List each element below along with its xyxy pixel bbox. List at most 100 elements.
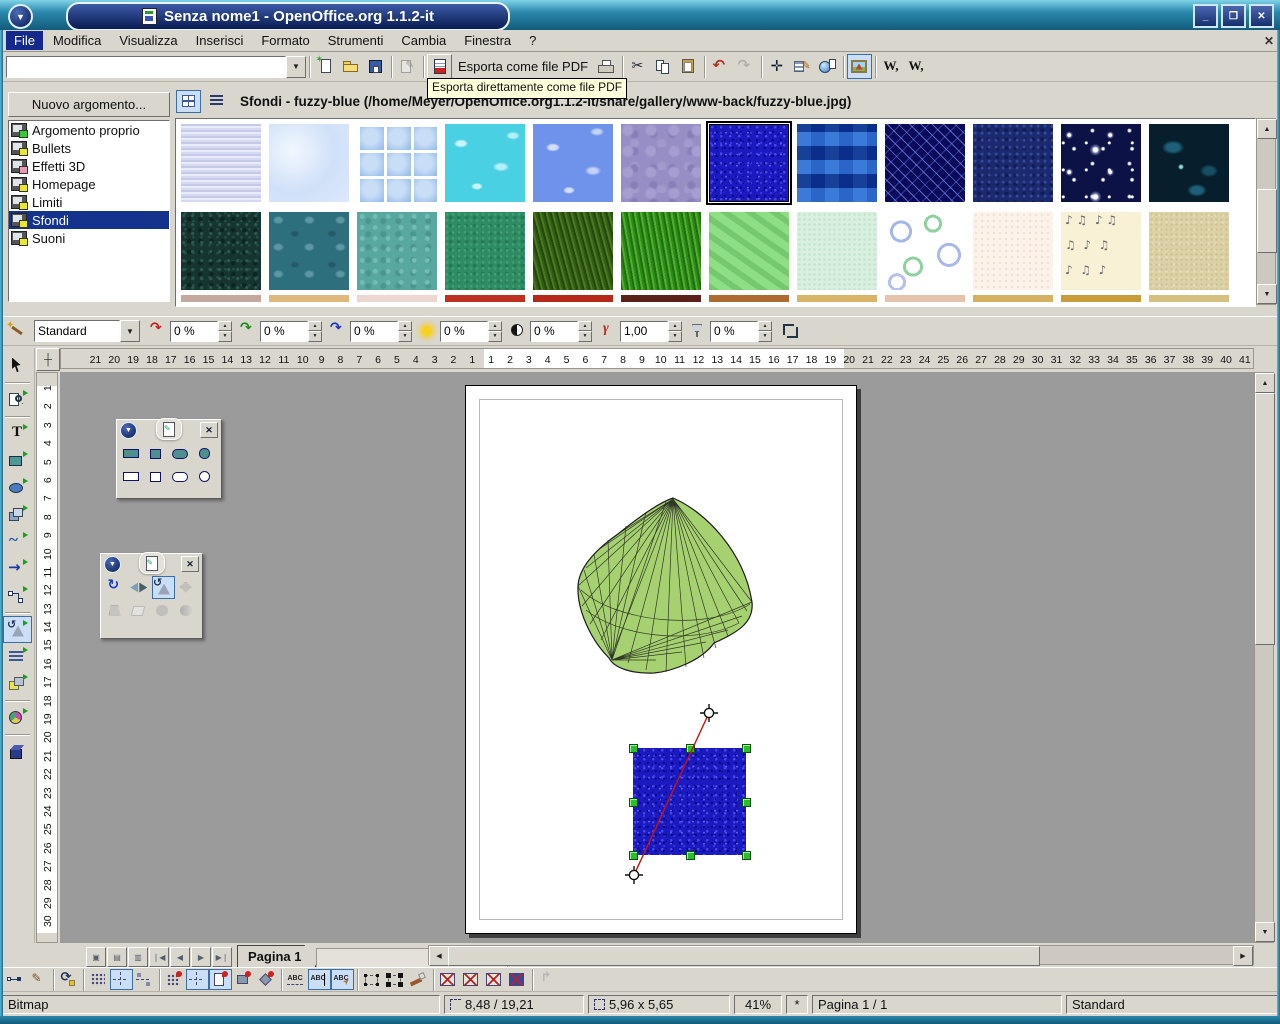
first-page-icon[interactable]: ❘◀ xyxy=(149,947,169,967)
show-guides-toggle[interactable] xyxy=(110,969,133,990)
menu-item-finestra[interactable]: Finestra xyxy=(456,31,519,50)
thumbnail-partial[interactable] xyxy=(1149,295,1229,302)
drawing-canvas[interactable]: ▼ ✕ ▼ ✕ xyxy=(60,372,1254,943)
gallery-topic-homepage[interactable]: Homepage xyxy=(9,175,169,193)
rectangles-floater-square-filled[interactable] xyxy=(145,442,168,465)
menu-item-visualizza[interactable]: Visualizza xyxy=(111,31,185,50)
guides-front-toggle[interactable] xyxy=(133,969,156,990)
floater-menu-icon[interactable]: ▼ xyxy=(120,422,137,439)
open-button[interactable] xyxy=(338,54,363,79)
layer-mode-icon[interactable]: ▥ xyxy=(128,947,148,967)
vertical-scrollbar[interactable]: ▲ ▼ xyxy=(1254,372,1274,943)
menu-item-file[interactable]: File xyxy=(6,31,43,50)
thumbnail-partial[interactable] xyxy=(1061,295,1141,302)
edit-points-toggle[interactable] xyxy=(4,969,27,990)
transparency-field[interactable]: ▲▼ xyxy=(710,321,772,342)
select-tool[interactable] xyxy=(3,352,32,379)
rectangles-floater-rect-outline[interactable] xyxy=(120,465,143,488)
gamma-field-input[interactable] xyxy=(620,321,668,342)
rectangle-tool[interactable] xyxy=(3,447,32,474)
last-page-icon[interactable]: ▶❘ xyxy=(212,947,232,967)
pdf-export-label[interactable]: Esporta come file PDF xyxy=(452,59,594,74)
thumbnail-partial[interactable] xyxy=(181,295,261,302)
rectangles-floater-titlebar[interactable]: ▼ ✕ xyxy=(117,420,221,440)
spin-down-icon[interactable]: ▼ xyxy=(488,331,502,342)
minimize-button[interactable]: _ xyxy=(1193,4,1218,28)
snap-margins-toggle[interactable] xyxy=(209,969,232,990)
gallery-topic-bullets[interactable]: Bullets xyxy=(9,139,169,157)
scroll-down-icon[interactable]: ▼ xyxy=(1255,922,1275,942)
thumbnail-partial[interactable] xyxy=(885,295,965,302)
blue-percent-field[interactable]: ▲▼ xyxy=(350,321,412,342)
gallery-topic-argomento-proprio[interactable]: Argomento proprio xyxy=(9,121,169,139)
gallery-topic-effetti-3d[interactable]: Effetti 3D xyxy=(9,157,169,175)
spin-up-icon[interactable]: ▲ xyxy=(578,321,592,332)
large-handles-toggle[interactable] xyxy=(384,969,407,990)
menu-item-modifica[interactable]: Modifica xyxy=(45,31,109,50)
writer-button-2[interactable] xyxy=(904,54,929,79)
layer-view-mode-icon[interactable]: ▣ xyxy=(86,947,106,967)
red-percent-field[interactable]: ▲▼ xyxy=(170,321,232,342)
rectangles-floater-rounded-square-outline[interactable] xyxy=(194,465,217,488)
dblclick-edit-text-toggle[interactable] xyxy=(331,969,354,990)
graphics-mode-input[interactable] xyxy=(34,320,120,342)
close-button[interactable]: ✕ xyxy=(1249,4,1274,28)
horizontal-scrollbar[interactable]: ◀ ▶ xyxy=(428,945,1254,965)
thumbnail-night-stars[interactable] xyxy=(1061,124,1141,202)
thumbnail-water-blue[interactable] xyxy=(533,124,613,202)
contrast-field-input[interactable] xyxy=(530,321,578,342)
thumbnail-partial[interactable] xyxy=(621,295,701,302)
alignment-tool[interactable] xyxy=(3,643,32,670)
pdf-export-button[interactable] xyxy=(427,54,452,79)
menu-item-cambia[interactable]: Cambia xyxy=(393,31,454,50)
transparency-field-input[interactable] xyxy=(710,321,758,342)
thumbnail-water-light-teal[interactable] xyxy=(357,212,437,290)
effects-tool[interactable] xyxy=(3,616,32,643)
url-input[interactable] xyxy=(6,56,286,78)
menu-item-formato[interactable]: Formato xyxy=(253,31,317,50)
url-combobox[interactable]: ▼ xyxy=(6,56,306,78)
next-page-icon[interactable]: ▶ xyxy=(191,947,211,967)
objects-3d-tool[interactable] xyxy=(3,501,32,528)
effects-floater-flip[interactable] xyxy=(128,576,151,599)
status-zoom[interactable]: 41% xyxy=(734,995,782,1014)
stylist-button[interactable] xyxy=(790,54,815,79)
ellipse-tool[interactable] xyxy=(3,474,32,501)
thumbnail-stone-purple[interactable] xyxy=(621,124,701,202)
rectangles-floater-rounded-square-filled[interactable] xyxy=(194,442,217,465)
thumbnail-drops-teal[interactable] xyxy=(269,212,349,290)
gallery-button[interactable] xyxy=(847,54,872,79)
thumbnail-partial[interactable] xyxy=(357,295,437,302)
spin-up-icon[interactable]: ▲ xyxy=(668,321,682,332)
filter-wand-icon[interactable] xyxy=(6,322,26,340)
snap-guides-toggle[interactable] xyxy=(186,969,209,990)
thumbnail-cream-white[interactable] xyxy=(973,212,1053,290)
object-placeholder-toggle[interactable] xyxy=(506,969,529,990)
rotation-mode-toggle[interactable] xyxy=(57,969,80,990)
menu-item-strumenti[interactable]: Strumenti xyxy=(320,31,392,50)
gallery-topic-sfondi[interactable]: Sfondi xyxy=(9,211,169,229)
gallery-topic-suoni[interactable]: Suoni xyxy=(9,229,169,247)
vertical-scroll-thumb[interactable] xyxy=(1255,393,1275,645)
writer-button-1[interactable] xyxy=(879,54,904,79)
paste-button[interactable] xyxy=(676,54,701,79)
thumbnail-partial[interactable] xyxy=(797,295,877,302)
cut-button[interactable] xyxy=(626,54,651,79)
grid-view-button[interactable] xyxy=(176,90,201,113)
close-document-icon[interactable]: ✕ xyxy=(1264,34,1274,48)
red-percent-field-input[interactable] xyxy=(170,321,218,342)
new-document-button[interactable] xyxy=(313,54,338,79)
curve-tool[interactable] xyxy=(3,528,32,555)
connector-tool[interactable] xyxy=(3,582,32,609)
maximize-button[interactable]: ❒ xyxy=(1221,4,1246,28)
thumbnail-fuzzy-dark-green[interactable] xyxy=(181,212,261,290)
insert-tool[interactable] xyxy=(3,704,32,731)
gallery-scrollbar[interactable]: ▲ ▼ xyxy=(1256,118,1276,305)
thumbnail-wave-light-green[interactable] xyxy=(709,212,789,290)
graphics-mode-combobox[interactable]: ▼ xyxy=(34,320,140,342)
effects-floater-rotate[interactable] xyxy=(104,576,127,599)
blue-percent-field-input[interactable] xyxy=(350,321,398,342)
contrast-field-spinner[interactable]: ▲▼ xyxy=(578,321,592,342)
green-3d-object[interactable] xyxy=(556,490,766,690)
thumbnail-partial[interactable] xyxy=(269,295,349,302)
